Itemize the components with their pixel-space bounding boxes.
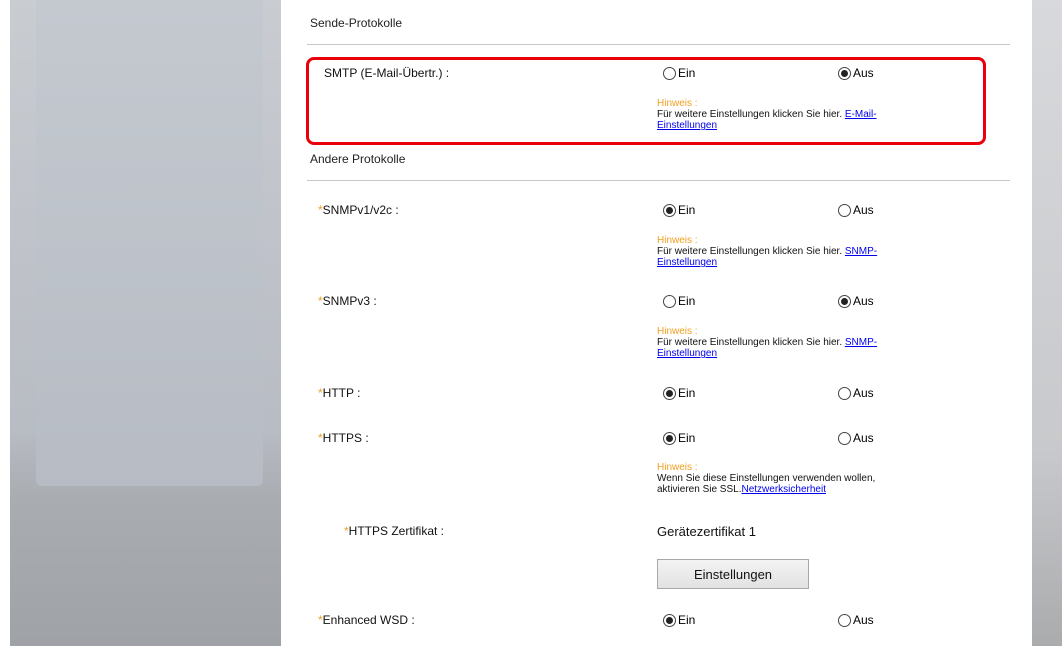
hint-text: Für weitere Einstellungen klicken Sie hi… — [657, 246, 843, 257]
https-label: *HTTPS : — [318, 431, 369, 445]
network-security-link[interactable]: Netzwerksicherheit — [742, 484, 826, 495]
snmp-settings-link[interactable]: SNMP- — [845, 246, 877, 257]
snmpv3-label: *SNMPv3 : — [318, 294, 377, 308]
smtp-hint: Hinweis : Für weitere Einstellungen klic… — [657, 98, 987, 131]
smtp-label: SMTP (E-Mail-Übertr.) : — [324, 66, 450, 80]
snmpv1-radio-off[interactable]: Aus — [838, 203, 874, 217]
snmpv3-hint: Hinweis : Für weitere Einstellungen klic… — [657, 326, 987, 359]
radio-unchecked-icon — [838, 431, 851, 445]
https-radio-on[interactable]: Ein — [663, 431, 695, 445]
email-settings-link[interactable]: E-Mail- — [845, 109, 877, 120]
radio-label: Ein — [678, 613, 696, 627]
radio-checked-icon — [838, 294, 851, 308]
hint-title: Hinweis : — [657, 235, 698, 246]
section-title-other-protocols: Andere Protokolle — [310, 152, 406, 166]
radio-label: Ein — [678, 66, 696, 80]
radio-checked-icon — [663, 613, 676, 627]
radio-label: Aus — [853, 613, 874, 627]
radio-label: Aus — [853, 66, 874, 80]
wsd-radio-off[interactable]: Aus — [838, 613, 874, 627]
section-divider — [307, 44, 1010, 45]
wsd-radio-on[interactable]: Ein — [663, 613, 695, 627]
settings-button[interactable]: Einstellungen — [657, 559, 809, 589]
radio-label: Aus — [853, 386, 874, 400]
https-cert-label: *HTTPS Zertifikat : — [344, 524, 445, 538]
radio-checked-icon — [663, 203, 676, 217]
https-hint: Hinweis : Wenn Sie diese Einstellungen v… — [657, 462, 987, 495]
hint-text: Für weitere Einstellungen klicken Sie hi… — [657, 337, 843, 348]
right-background — [1032, 0, 1062, 646]
snmp-settings-link[interactable]: SNMP- — [845, 337, 877, 348]
radio-unchecked-icon — [838, 613, 851, 627]
radio-label: Aus — [853, 431, 874, 445]
radio-unchecked-icon — [663, 294, 676, 308]
hint-text: Wenn Sie diese Einstellungen verwenden w… — [657, 473, 876, 484]
snmpv3-radio-on[interactable]: Ein — [663, 294, 695, 308]
radio-label: Ein — [678, 294, 696, 308]
hint-title: Hinweis : — [657, 462, 698, 473]
snmp-settings-link-2[interactable]: Einstellungen — [657, 348, 717, 359]
https-radio-off[interactable]: Aus — [838, 431, 874, 445]
http-radio-on[interactable]: Ein — [663, 386, 695, 400]
wsd-label: *Enhanced WSD : — [318, 613, 415, 627]
snmpv1-hint: Hinweis : Für weitere Einstellungen klic… — [657, 235, 987, 268]
hint-title: Hinweis : — [657, 98, 698, 109]
hint-text: Für weitere Einstellungen klicken Sie hi… — [657, 109, 843, 120]
radio-label: Aus — [853, 294, 874, 308]
radio-checked-icon — [663, 386, 676, 400]
radio-label: Aus — [853, 203, 874, 217]
https-cert-value: Gerätezertifikat 1 — [657, 524, 756, 539]
snmp-settings-link-2[interactable]: Einstellungen — [657, 257, 717, 268]
smtp-radio-off[interactable]: Aus — [838, 66, 874, 80]
smtp-radio-on[interactable]: Ein — [663, 66, 695, 80]
section-title-send-protocols: Sende-Protokolle — [310, 16, 403, 30]
http-label: *HTTP : — [318, 386, 361, 400]
radio-checked-icon — [838, 66, 851, 80]
snmpv1-label: *SNMPv1/v2c : — [318, 203, 399, 217]
radio-label: Ein — [678, 386, 696, 400]
radio-unchecked-icon — [663, 66, 676, 80]
email-settings-link-2[interactable]: Einstellungen — [657, 120, 717, 131]
section-divider — [307, 180, 1010, 181]
radio-unchecked-icon — [838, 386, 851, 400]
snmpv1-radio-on[interactable]: Ein — [663, 203, 695, 217]
hint-text: aktivieren Sie SSL. — [657, 484, 742, 495]
radio-label: Ein — [678, 203, 696, 217]
http-radio-off[interactable]: Aus — [838, 386, 874, 400]
radio-label: Ein — [678, 431, 696, 445]
hint-title: Hinweis : — [657, 326, 698, 337]
snmpv3-radio-off[interactable]: Aus — [838, 294, 874, 308]
radio-checked-icon — [663, 431, 676, 445]
left-sidebar-panel — [36, 0, 263, 486]
radio-unchecked-icon — [838, 203, 851, 217]
